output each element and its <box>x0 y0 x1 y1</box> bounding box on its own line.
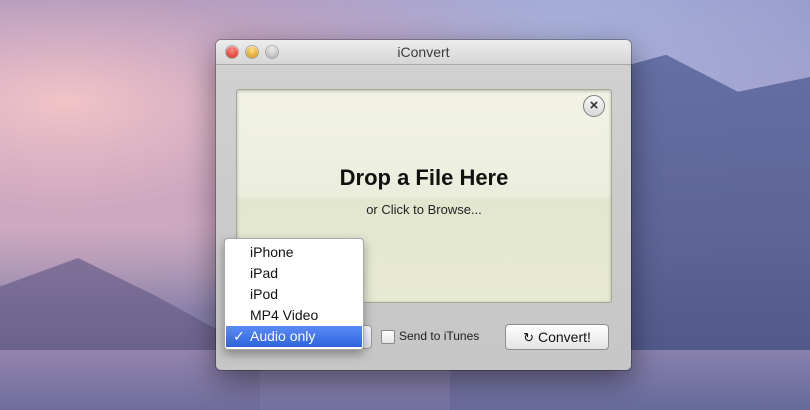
menu-item-ipod[interactable]: iPod <box>226 284 362 305</box>
browse-link[interactable]: or Click to Browse... <box>237 202 611 217</box>
convert-button-label: Convert! <box>537 329 591 345</box>
send-to-itunes-label: Send to iTunes <box>399 329 480 343</box>
menu-item-ipad[interactable]: iPad <box>226 263 362 284</box>
menu-item-audio-only[interactable]: ✓ Audio only <box>226 326 362 347</box>
menu-item-mp4-video[interactable]: MP4 Video <box>226 305 362 326</box>
format-dropdown-menu: iPhone iPad iPod MP4 Video ✓ Audio only <box>224 238 364 350</box>
refresh-icon: ↻ <box>523 330 534 345</box>
menu-item-iphone[interactable]: iPhone <box>226 242 362 263</box>
circle-x-icon[interactable]: × <box>583 95 605 117</box>
convert-button[interactable]: ↻ Convert! <box>505 324 609 350</box>
window-title: iConvert <box>397 44 450 60</box>
menu-item-label: Audio only <box>250 328 316 344</box>
drop-zone-title: Drop a File Here <box>339 165 509 190</box>
title-bar[interactable]: iConvert <box>216 40 631 65</box>
send-to-itunes-checkbox[interactable] <box>381 330 395 344</box>
checkmark-icon: ✓ <box>233 328 245 344</box>
